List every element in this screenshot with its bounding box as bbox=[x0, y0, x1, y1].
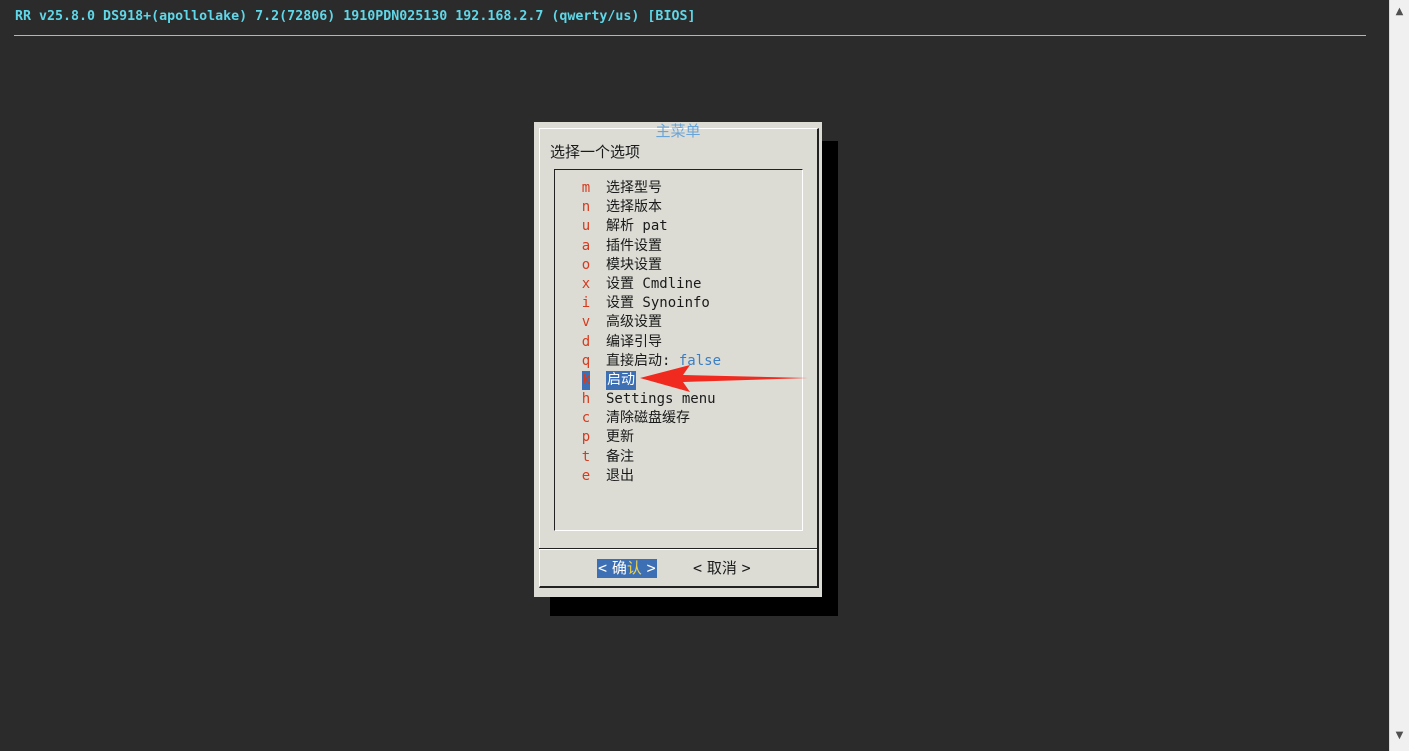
menu-item-label-text: 插件设置 bbox=[606, 237, 662, 254]
cancel-bracket-left: < bbox=[693, 559, 703, 577]
menu-item-label-text: 选择型号 bbox=[606, 180, 662, 196]
scrollbar[interactable]: ▲ ▼ bbox=[1389, 0, 1409, 751]
cancel-button[interactable]: < 取消 > bbox=[693, 559, 751, 578]
menu-item-label: 清除磁盘缓存 bbox=[606, 409, 690, 428]
menu-item-x[interactable]: x 设置 Cmdline bbox=[555, 275, 802, 294]
menu-item-hotkey: m bbox=[581, 180, 591, 196]
menu-item-hotkey: i bbox=[581, 295, 591, 312]
ok-button[interactable]: < 确认 > bbox=[597, 559, 657, 578]
menu-item-hotkey: p bbox=[581, 429, 591, 446]
annotation-arrow-icon bbox=[640, 365, 808, 392]
menu-item-hotkey: v bbox=[581, 314, 591, 331]
button-separator bbox=[539, 548, 817, 550]
menu-item-a[interactable]: a 插件设置 bbox=[555, 237, 802, 256]
menu-item-hotkey: u bbox=[581, 218, 591, 235]
menu-list: m 选择型号 n 选择版本 u 解析 pat a 插件设置 o 模块设置 x 设置 Cmdline i 设… bbox=[555, 179, 802, 486]
menu-item-label: 高级设置 bbox=[606, 313, 662, 332]
menu-item-v[interactable]: v 高级设置 bbox=[555, 313, 802, 332]
menu-list-box: m 选择型号 n 选择版本 u 解析 pat a 插件设置 o 模块设置 x 设置 Cmdline i 设… bbox=[554, 169, 803, 531]
dialog-prompt: 选择一个选项 bbox=[550, 143, 641, 161]
menu-item-label-text: 模块设置 bbox=[606, 256, 662, 273]
header-title: RR v25.8.0 DS918+(apollolake) 7.2(72806)… bbox=[15, 9, 696, 24]
annotation-arrow-shape bbox=[640, 365, 808, 392]
header-divider bbox=[14, 35, 1366, 36]
menu-item-label: 选择型号 bbox=[606, 179, 662, 198]
menu-item-label-text: 退出 bbox=[606, 467, 634, 484]
menu-item-label: 更新 bbox=[606, 428, 634, 447]
menu-item-t[interactable]: t 备注 bbox=[555, 448, 802, 467]
menu-item-label-text: 解析 pat bbox=[606, 218, 668, 235]
menu-item-label: 退出 bbox=[606, 467, 634, 486]
menu-item-o[interactable]: o 模块设置 bbox=[555, 256, 802, 275]
menu-item-hotkey: a bbox=[581, 237, 591, 254]
menu-item-label-text: 清除磁盘缓存 bbox=[606, 410, 690, 427]
scroll-down-arrow-icon[interactable]: ▼ bbox=[1390, 730, 1409, 741]
menu-item-c[interactable]: c 清除磁盘缓存 bbox=[555, 409, 802, 428]
ok-bracket-left: < bbox=[598, 559, 608, 577]
menu-item-label-text: 启动 bbox=[607, 371, 635, 388]
menu-item-label-text: 编译引导 bbox=[606, 333, 662, 350]
scroll-up-arrow-icon[interactable]: ▲ bbox=[1390, 6, 1409, 17]
menu-item-label-text: 设置 Synoinfo bbox=[606, 295, 710, 312]
menu-item-hotkey: c bbox=[581, 410, 591, 427]
main-menu-dialog: 主菜单 选择一个选项 m 选择型号 n 选择版本 u 解析 pat a 插件设置 o 模块设置 x 设… bbox=[534, 122, 822, 597]
menu-item-i[interactable]: i 设置 Synoinfo bbox=[555, 294, 802, 313]
menu-item-d[interactable]: d 编译引导 bbox=[555, 333, 802, 352]
menu-item-label: 选择版本 bbox=[606, 198, 662, 217]
menu-item-hotkey: x bbox=[581, 275, 591, 292]
menu-item-m[interactable]: m 选择型号 bbox=[555, 179, 802, 198]
menu-item-label: 设置 Synoinfo bbox=[606, 294, 710, 313]
menu-item-n[interactable]: n 选择版本 bbox=[555, 198, 802, 217]
menu-item-label: 插件设置 bbox=[606, 237, 662, 256]
menu-item-label-text: 更新 bbox=[606, 429, 634, 446]
menu-item-label: 启动 bbox=[606, 370, 636, 391]
menu-item-hotkey: e bbox=[581, 467, 591, 484]
ok-label-first: 确 bbox=[611, 559, 627, 577]
menu-item-hotkey: d bbox=[581, 333, 591, 350]
menu-item-label: 设置 Cmdline bbox=[606, 275, 701, 294]
ok-bracket-right: > bbox=[646, 559, 656, 577]
menu-item-hotkey: q bbox=[581, 352, 591, 369]
menu-item-label-text: 高级设置 bbox=[606, 314, 662, 331]
menu-item-hotkey: t bbox=[581, 448, 591, 465]
menu-item-hotkey: k bbox=[582, 370, 590, 391]
cancel-label: 取消 bbox=[706, 559, 737, 577]
menu-item-label: 编译引导 bbox=[606, 333, 662, 352]
menu-item-label: 解析 pat bbox=[606, 217, 668, 236]
menu-item-p[interactable]: p 更新 bbox=[555, 428, 802, 447]
menu-item-hotkey: h bbox=[581, 391, 591, 408]
menu-item-label-text: 设置 Cmdline bbox=[606, 275, 702, 292]
menu-item-label: 模块设置 bbox=[606, 256, 662, 275]
menu-item-hotkey: o bbox=[581, 256, 591, 273]
menu-item-hotkey: n bbox=[581, 199, 591, 216]
menu-item-e[interactable]: e 退出 bbox=[555, 467, 802, 486]
menu-item-label-text: 选择版本 bbox=[606, 199, 662, 216]
ok-label-hotkey: 认 bbox=[626, 559, 642, 577]
dialog-title: 主菜单 bbox=[655, 122, 701, 140]
menu-item-u[interactable]: u 解析 pat bbox=[555, 217, 802, 236]
cancel-bracket-right: > bbox=[741, 559, 751, 577]
menu-item-label-text: 备注 bbox=[606, 448, 634, 465]
menu-item-label: 备注 bbox=[606, 448, 634, 467]
